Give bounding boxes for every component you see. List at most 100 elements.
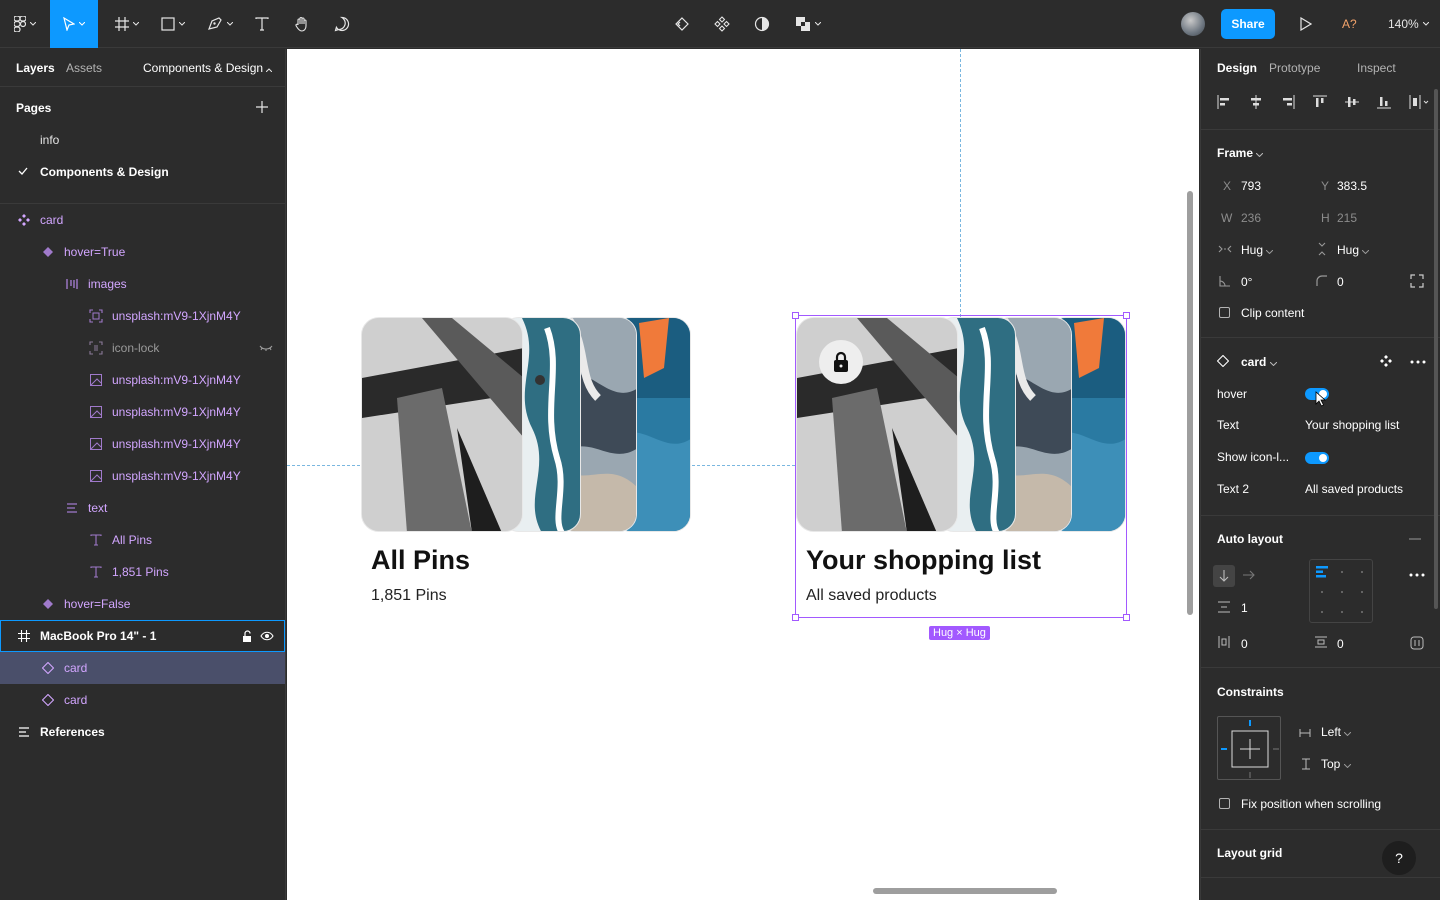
frame-tool-button[interactable]: [110, 0, 144, 48]
contrast-button[interactable]: [750, 0, 774, 48]
layer-icon-lock[interactable]: icon-lock: [0, 332, 285, 364]
chevron-down-icon: [1269, 361, 1278, 367]
hidden-eye-icon[interactable]: [259, 341, 273, 355]
alignment-grid[interactable]: [1309, 559, 1373, 623]
remove-auto-layout-icon[interactable]: [1409, 538, 1421, 540]
zoom-dropdown[interactable]: 140%: [1388, 0, 1429, 48]
layer-text-pins-count[interactable]: 1,851 Pins: [0, 556, 285, 588]
direction-vertical-button[interactable]: [1213, 565, 1235, 587]
component-name-dropdown[interactable]: card: [1241, 355, 1278, 369]
arrow-right-icon[interactable]: [1243, 570, 1255, 580]
shape-tool-button[interactable]: [156, 0, 190, 48]
create-component-button[interactable]: [710, 0, 734, 48]
help-button[interactable]: ?: [1382, 841, 1416, 875]
page-item-components-design[interactable]: Components & Design: [40, 165, 169, 179]
instance-icon: [41, 661, 55, 675]
layer-unsplash-image[interactable]: unsplash:mV9-1XjnM4Y: [0, 460, 285, 492]
layer-card-instance[interactable]: card: [0, 684, 285, 716]
hug-height-dropdown[interactable]: Hug: [1337, 243, 1370, 257]
properties-panel: Design Prototype Inspect Frame X 793 Y 3…: [1200, 49, 1440, 900]
page-item-info[interactable]: info: [40, 133, 59, 147]
divider: [1201, 667, 1440, 668]
layer-unsplash-image[interactable]: unsplash:mV9-1XjnM4Y: [0, 428, 285, 460]
accessibility-badge[interactable]: A?: [1342, 0, 1357, 48]
radius-input[interactable]: 0: [1337, 275, 1344, 289]
hand-tool-button[interactable]: [290, 0, 314, 48]
hug-width-icon: [1218, 245, 1232, 253]
eye-icon[interactable]: [260, 629, 274, 643]
reset-instance-button[interactable]: [670, 0, 694, 48]
layer-card-component-set[interactable]: card: [0, 204, 285, 236]
vertical-constraint-dropdown[interactable]: Top: [1321, 757, 1352, 771]
align-bottom-icon[interactable]: [1377, 95, 1391, 109]
tab-inspect[interactable]: Inspect: [1357, 61, 1396, 75]
layer-unsplash-image[interactable]: unsplash:mV9-1XjnM4Y: [0, 300, 285, 332]
add-page-icon[interactable]: [254, 99, 270, 115]
align-middle-icon[interactable]: [1345, 95, 1359, 109]
present-button[interactable]: [1294, 0, 1318, 48]
clip-content-checkbox[interactable]: [1219, 307, 1230, 318]
text-tool-button[interactable]: [250, 0, 274, 48]
rotation-input[interactable]: 0°: [1241, 275, 1252, 289]
layer-text-all-pins[interactable]: All Pins: [0, 524, 285, 556]
go-to-main-component-icon[interactable]: [1380, 355, 1392, 367]
frame-heading[interactable]: Frame: [1217, 146, 1264, 160]
resize-handle[interactable]: [1123, 312, 1130, 319]
align-top-icon[interactable]: [1313, 95, 1327, 109]
tab-prototype[interactable]: Prototype: [1269, 61, 1320, 75]
horizontal-constraint-dropdown[interactable]: Left: [1321, 725, 1352, 739]
contrast-icon: [754, 16, 770, 32]
share-button[interactable]: Share: [1221, 9, 1275, 39]
tab-assets[interactable]: Assets: [66, 61, 102, 75]
individual-padding-icon[interactable]: [1410, 636, 1424, 650]
align-right-icon[interactable]: [1281, 95, 1295, 109]
layer-images[interactable]: images: [0, 268, 285, 300]
boolean-ops-button[interactable]: [790, 0, 826, 48]
tab-layers[interactable]: Layers: [16, 61, 55, 75]
main-menu-button[interactable]: [8, 0, 42, 48]
x-input[interactable]: 793: [1241, 179, 1261, 193]
layer-unsplash-image[interactable]: unsplash:mV9-1XjnM4Y: [0, 364, 285, 396]
prop-value-text[interactable]: Your shopping list: [1305, 418, 1399, 432]
w-input[interactable]: 236: [1241, 211, 1261, 225]
show-icon-toggle[interactable]: [1305, 452, 1329, 464]
comment-tool-button[interactable]: [330, 0, 354, 48]
vertical-scrollbar[interactable]: [1187, 191, 1193, 615]
padding-vertical-input[interactable]: 0: [1337, 637, 1344, 651]
constraints-widget[interactable]: [1217, 716, 1281, 780]
page-selector[interactable]: Components & Design: [143, 61, 273, 75]
layer-unsplash-image[interactable]: unsplash:mV9-1XjnM4Y: [0, 396, 285, 428]
align-center-h-icon[interactable]: [1249, 95, 1263, 109]
resize-handle[interactable]: [792, 312, 799, 319]
panel-scrollbar[interactable]: [1434, 89, 1438, 609]
padding-horizontal-input[interactable]: 0: [1241, 637, 1248, 651]
y-input[interactable]: 383.5: [1337, 179, 1367, 193]
layer-card-instance-selected[interactable]: card: [0, 652, 285, 684]
design-canvas[interactable]: All Pins 1,851 Pins Your shopping list A…: [287, 49, 1199, 900]
layer-references[interactable]: References: [0, 716, 285, 748]
prop-value-text-2[interactable]: All saved products: [1305, 482, 1403, 496]
h-input[interactable]: 215: [1337, 211, 1357, 225]
avatar[interactable]: [1181, 12, 1205, 36]
hug-width-dropdown[interactable]: Hug: [1241, 243, 1274, 257]
resize-handle[interactable]: [792, 614, 799, 621]
fix-position-checkbox[interactable]: [1219, 798, 1230, 809]
move-tool-button[interactable]: [50, 0, 98, 48]
independent-corners-icon[interactable]: [1410, 274, 1424, 288]
align-left-icon[interactable]: [1217, 95, 1231, 109]
gap-input[interactable]: 1: [1241, 601, 1248, 615]
auto-layout-more-icon[interactable]: [1409, 573, 1425, 577]
layer-macbook-frame[interactable]: MacBook Pro 14" - 1: [0, 620, 285, 652]
resize-handle[interactable]: [1123, 614, 1130, 621]
distribute-icon[interactable]: [1409, 95, 1431, 109]
pen-tool-button[interactable]: [202, 0, 238, 48]
auto-layout-vertical-icon: [65, 501, 79, 515]
tab-design[interactable]: Design: [1217, 61, 1257, 75]
instance-icon: [1217, 355, 1229, 367]
layer-hover-true[interactable]: hover=True: [0, 236, 285, 268]
layer-hover-false[interactable]: hover=False: [0, 588, 285, 620]
unlock-icon[interactable]: [240, 629, 254, 643]
more-options-icon[interactable]: [1410, 360, 1426, 364]
horizontal-scrollbar[interactable]: [873, 888, 1057, 894]
layer-text-group[interactable]: text: [0, 492, 285, 524]
